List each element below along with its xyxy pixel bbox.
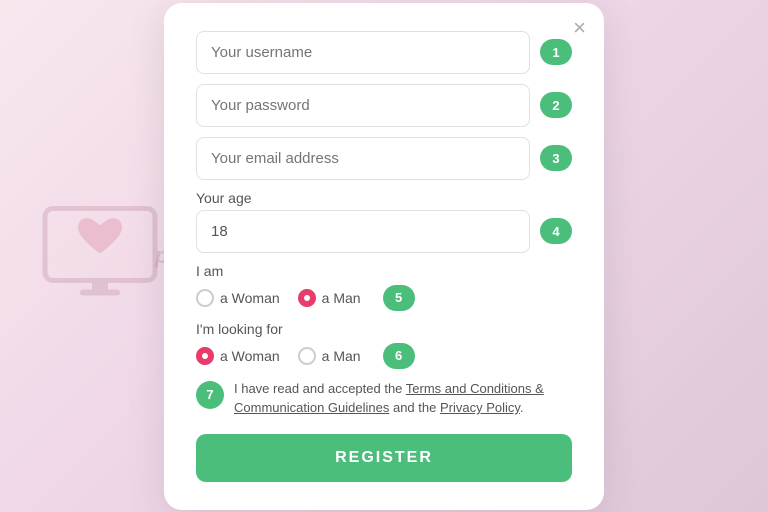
password-badge: 2 bbox=[540, 92, 572, 118]
age-badge: 4 bbox=[540, 218, 572, 244]
iam-options-row: a Woman a Man 5 bbox=[196, 285, 572, 311]
username-row: 1 bbox=[196, 31, 572, 74]
terms-before: I have read and accepted the bbox=[234, 381, 406, 396]
age-label: Your age bbox=[196, 190, 572, 206]
looking-woman-radio[interactable] bbox=[196, 347, 214, 365]
terms-row: 7 I have read and accepted the Terms and… bbox=[196, 379, 572, 418]
username-input[interactable] bbox=[196, 31, 530, 74]
terms-link2[interactable]: Privacy Policy bbox=[440, 400, 520, 415]
iam-badge: 5 bbox=[383, 285, 415, 311]
register-button[interactable]: REGISTER bbox=[196, 434, 572, 482]
looking-man-radio[interactable] bbox=[298, 347, 316, 365]
terms-badge: 7 bbox=[196, 381, 224, 409]
iam-section: I am a Woman a Man 5 bbox=[196, 263, 572, 311]
iam-woman-option[interactable]: a Woman bbox=[196, 289, 280, 307]
iam-woman-radio[interactable] bbox=[196, 289, 214, 307]
iam-woman-label: a Woman bbox=[220, 290, 280, 306]
terms-text: I have read and accepted the Terms and C… bbox=[234, 379, 572, 418]
looking-radio-group: a Woman a Man bbox=[196, 347, 361, 365]
terms-mid: and the bbox=[389, 400, 440, 415]
looking-section: I'm looking for a Woman a Man 6 bbox=[196, 321, 572, 369]
age-input[interactable] bbox=[196, 210, 530, 253]
iam-man-radio[interactable] bbox=[298, 289, 316, 307]
looking-woman-option[interactable]: a Woman bbox=[196, 347, 280, 365]
register-modal: × 1 2 3 Your age 4 I am a Woman bbox=[164, 3, 604, 510]
age-row: 4 bbox=[196, 210, 572, 253]
iam-label: I am bbox=[196, 263, 572, 279]
username-badge: 1 bbox=[540, 39, 572, 65]
iam-man-option[interactable]: a Man bbox=[298, 289, 361, 307]
looking-label: I'm looking for bbox=[196, 321, 572, 337]
looking-badge: 6 bbox=[383, 343, 415, 369]
email-row: 3 bbox=[196, 137, 572, 180]
watermark-monitor bbox=[40, 204, 160, 309]
password-input[interactable] bbox=[196, 84, 530, 127]
iam-man-label: a Man bbox=[322, 290, 361, 306]
email-badge: 3 bbox=[540, 145, 572, 171]
terms-end: . bbox=[520, 400, 524, 415]
looking-man-label: a Man bbox=[322, 348, 361, 364]
looking-options-row: a Woman a Man 6 bbox=[196, 343, 572, 369]
looking-woman-label: a Woman bbox=[220, 348, 280, 364]
password-row: 2 bbox=[196, 84, 572, 127]
iam-radio-group: a Woman a Man bbox=[196, 289, 361, 307]
email-input[interactable] bbox=[196, 137, 530, 180]
close-button[interactable]: × bbox=[573, 17, 586, 39]
looking-man-option[interactable]: a Man bbox=[298, 347, 361, 365]
